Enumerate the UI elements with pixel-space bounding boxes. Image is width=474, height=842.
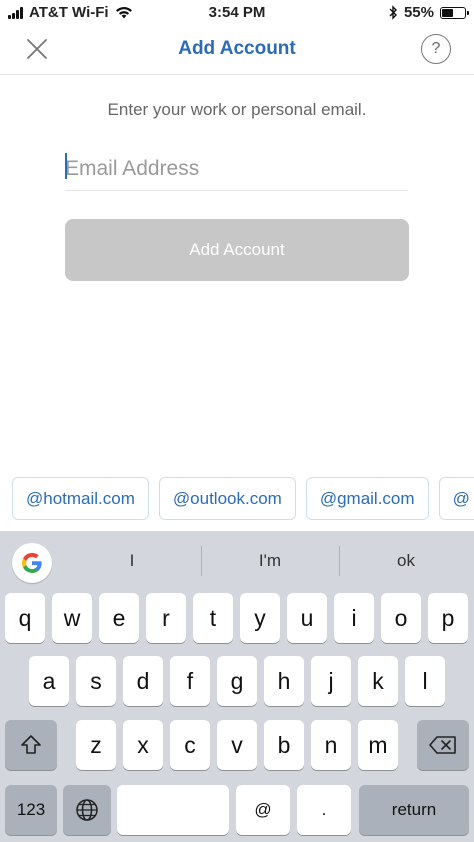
key-a[interactable]: a	[29, 656, 69, 706]
space-key[interactable]	[117, 785, 229, 835]
bluetooth-icon	[389, 5, 397, 20]
key-q[interactable]: q	[5, 593, 45, 643]
navigation-bar: Add Account ?	[0, 26, 474, 75]
numbers-key[interactable]: 123	[5, 785, 57, 835]
google-icon[interactable]	[12, 543, 52, 583]
key-e[interactable]: e	[99, 593, 139, 643]
at-key[interactable]: @	[236, 785, 290, 835]
email-field[interactable]	[65, 148, 408, 191]
period-key[interactable]: .	[297, 785, 351, 835]
key-k[interactable]: k	[358, 656, 398, 706]
help-button[interactable]: ?	[421, 34, 451, 64]
key-i[interactable]: i	[334, 593, 374, 643]
key-g[interactable]: g	[217, 656, 257, 706]
suggestion-more[interactable]: @	[438, 477, 474, 520]
prediction-2[interactable]: I'm	[220, 551, 320, 571]
key-h[interactable]: h	[264, 656, 304, 706]
prediction-3[interactable]: ok	[356, 551, 456, 571]
battery-percent: 55%	[403, 4, 434, 21]
key-m[interactable]: m	[358, 720, 398, 770]
return-key[interactable]: return	[359, 785, 469, 835]
status-right: 55%	[389, 4, 469, 21]
shift-icon	[21, 735, 41, 754]
key-f[interactable]: f	[170, 656, 210, 706]
backspace-icon	[429, 736, 456, 754]
key-s[interactable]: s	[76, 656, 116, 706]
suggestion-hotmail[interactable]: @hotmail.com	[12, 477, 149, 520]
key-j[interactable]: j	[311, 656, 351, 706]
question-mark-icon: ?	[431, 40, 441, 57]
key-l[interactable]: l	[405, 656, 445, 706]
prediction-1[interactable]: I	[82, 551, 182, 571]
suggestion-gmail[interactable]: @gmail.com	[305, 477, 429, 520]
key-u[interactable]: u	[287, 593, 327, 643]
prediction-divider	[201, 546, 202, 576]
battery-icon	[440, 6, 469, 19]
key-d[interactable]: d	[123, 656, 163, 706]
text-cursor	[65, 153, 67, 179]
key-c[interactable]: c	[170, 720, 210, 770]
page-title: Add Account	[178, 38, 296, 59]
key-z[interactable]: z	[76, 720, 116, 770]
status-bar: AT&T Wi-Fi 3:54 PM 55%	[0, 0, 474, 26]
globe-key[interactable]	[63, 785, 111, 835]
key-b[interactable]: b	[264, 720, 304, 770]
email-prompt: Enter your work or personal email.	[107, 100, 367, 119]
domain-suggestions: @hotmail.com @outlook.com @gmail.com @	[12, 477, 474, 520]
key-p[interactable]: p	[428, 593, 468, 643]
suggestion-outlook[interactable]: @outlook.com	[158, 477, 296, 520]
prediction-bar: I I'm ok	[0, 531, 474, 589]
delete-key[interactable]	[417, 720, 469, 770]
key-x[interactable]: x	[123, 720, 163, 770]
key-w[interactable]: w	[52, 593, 92, 643]
prediction-divider	[339, 546, 340, 576]
key-n[interactable]: n	[311, 720, 351, 770]
key-y[interactable]: y	[240, 593, 280, 643]
shift-key[interactable]	[5, 720, 57, 770]
key-v[interactable]: v	[217, 720, 257, 770]
battery-fill	[442, 8, 453, 17]
key-t[interactable]: t	[193, 593, 233, 643]
globe-icon	[76, 799, 98, 821]
add-account-button[interactable]: Add Account	[65, 219, 409, 281]
key-o[interactable]: o	[381, 593, 421, 643]
keyboard: I I'm ok q w e r t y u i o p a s d f g h…	[0, 531, 474, 842]
key-r[interactable]: r	[146, 593, 186, 643]
